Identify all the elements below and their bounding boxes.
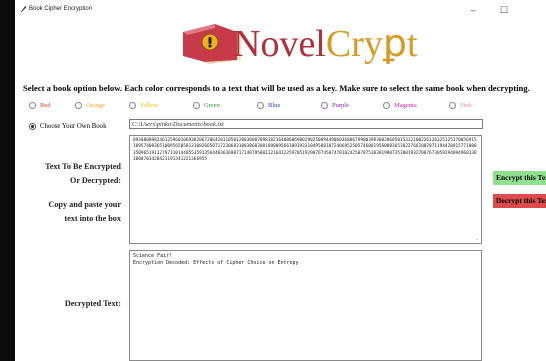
radio-dot[interactable] bbox=[193, 102, 200, 109]
radio-dot[interactable] bbox=[321, 102, 328, 109]
radio-label: Red bbox=[40, 102, 51, 109]
maximize-button[interactable]: ☐ bbox=[493, 3, 515, 17]
instruction-text: Select a book option below. Each color c… bbox=[23, 83, 530, 93]
radio-label: Magenta bbox=[394, 102, 417, 109]
radio-orange[interactable]: Orange bbox=[75, 102, 105, 109]
radio-dot[interactable] bbox=[449, 102, 456, 109]
radio-choose-own-book[interactable]: Choose Your Own Book bbox=[29, 120, 106, 132]
radio-label: Orange bbox=[86, 102, 106, 109]
decrypt-button[interactable]: Decrypt this Text bbox=[493, 194, 546, 208]
scroll-down-icon[interactable]: ⌄ bbox=[475, 236, 479, 242]
radio-label: Green bbox=[204, 102, 220, 109]
encrypt-textarea[interactable]: 0930800982461259601069302067206420110501… bbox=[129, 135, 482, 244]
book-color-options: Red Orange Yellow Green Blue Purple Mage… bbox=[29, 102, 539, 114]
label-line: Text To Be Encrypted bbox=[45, 162, 121, 171]
brand-crypt: Cryꝑt bbox=[325, 23, 418, 65]
minimize-button[interactable]: – bbox=[462, 3, 484, 17]
encrypt-button[interactable]: Encrypt this Text bbox=[493, 171, 546, 185]
radio-green[interactable]: Green bbox=[193, 102, 220, 109]
radio-dot[interactable] bbox=[129, 102, 136, 109]
radio-dot[interactable] bbox=[257, 102, 264, 109]
radio-label: Blue bbox=[268, 102, 281, 109]
radio-label: Pink bbox=[460, 102, 472, 109]
window-title: Book Cipher Encryption bbox=[29, 6, 93, 12]
encrypt-input-label: Text To Be Encrypted Or Decrypted: bbox=[21, 160, 121, 188]
decrypted-text: Science Fair! Encryption Decoded: Effect… bbox=[133, 253, 299, 266]
radio-dot-selected[interactable] bbox=[29, 122, 36, 130]
radio-dot[interactable] bbox=[75, 102, 82, 109]
title-bar: Book Cipher Encryption – ☐ bbox=[15, 0, 546, 20]
radio-dot[interactable] bbox=[29, 102, 36, 109]
radio-yellow[interactable]: Yellow bbox=[129, 102, 158, 109]
radio-magenta[interactable]: Magenta bbox=[383, 102, 417, 109]
feather-icon bbox=[20, 5, 27, 13]
radio-purple[interactable]: Purple bbox=[321, 102, 349, 109]
label-line: Or Decrypted: bbox=[69, 176, 121, 185]
brand-novel: Novel bbox=[233, 23, 326, 65]
own-book-label: Choose Your Own Book bbox=[40, 122, 107, 130]
decrypted-label: Decrypted Text: bbox=[64, 299, 121, 308]
label-line: Copy and paste your bbox=[48, 200, 121, 209]
radio-blue[interactable]: Blue bbox=[257, 102, 280, 109]
book-path-input[interactable]: C:\Users\pinko\Documents\book.txt bbox=[129, 119, 483, 129]
paste-hint-label: Copy and paste your text into the box bbox=[21, 198, 121, 226]
radio-label: Yellow bbox=[140, 102, 159, 109]
app-brand-title: NovelCryꝑt bbox=[233, 20, 418, 68]
radio-red[interactable]: Red bbox=[29, 102, 50, 109]
radio-dot[interactable] bbox=[383, 102, 390, 109]
radio-pink[interactable]: Pink bbox=[449, 102, 472, 109]
label-line: text into the box bbox=[64, 214, 121, 223]
encrypted-text: 0930800982461259601069302067206420110501… bbox=[133, 138, 477, 163]
radio-label: Purple bbox=[332, 102, 349, 109]
app-window: Book Cipher Encryption – ☐ NovelCryꝑt Se… bbox=[15, 0, 546, 361]
decrypted-textarea[interactable]: Science Fair! Encryption Decoded: Effect… bbox=[129, 250, 482, 361]
